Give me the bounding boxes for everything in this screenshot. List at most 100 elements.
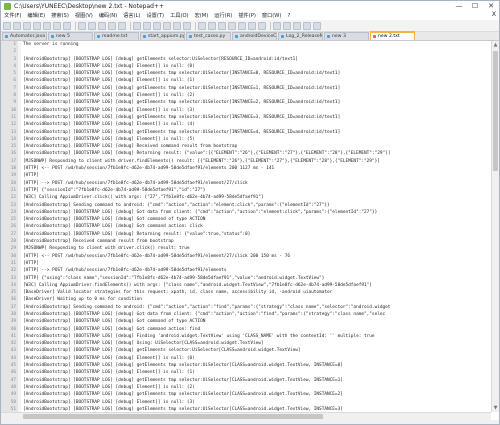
menu-view[interactable]: 视图(V)	[72, 12, 96, 19]
text-line[interactable]: 4 [AndroidBootstrap] [BOOTSTRAP LOG] [deb…	[1, 63, 493, 70]
tab-file[interactable]: start_appium.py	[140, 32, 185, 40]
horizontal-scroll-thumb[interactable]	[23, 414, 323, 419]
show-all-icon[interactable]	[208, 21, 216, 30]
text-line[interactable]: 10 [AndroidBootstrap] [BOOTSTRAP LOG] [de…	[1, 107, 493, 114]
text-line[interactable]: 40 [AndroidBootstrap] [BOOTSTRAP LOG] [de…	[1, 326, 493, 333]
text-line[interactable]: 47 [AndroidBootstrap] [BOOTSTRAP LOG] [de…	[1, 377, 493, 384]
text-line[interactable]: 12 [AndroidBootstrap] [BOOTSTRAP LOG] [de…	[1, 121, 493, 128]
text-line[interactable]: 28 [AndroidBootstrap] Received command re…	[1, 238, 493, 245]
tab-file[interactable]: Log_2_ReleaseNote.txt	[278, 32, 323, 40]
undo-icon[interactable]	[108, 21, 116, 30]
save-macro-icon[interactable]	[313, 21, 321, 30]
save-all-icon[interactable]	[33, 21, 41, 30]
stop-macro-icon[interactable]	[283, 21, 291, 30]
text-line[interactable]: 26 [AndroidBootstrap] [BOOTSTRAP LOG] [de…	[1, 223, 493, 230]
zoom-out-icon[interactable]	[163, 21, 171, 30]
vertical-scroll-thumb[interactable]	[493, 51, 498, 171]
scroll-down-icon[interactable]: ▼	[492, 404, 499, 412]
word-wrap-icon[interactable]	[198, 21, 206, 30]
tab-file[interactable]: new 3	[324, 32, 369, 40]
text-line[interactable]: 19 [HTTP]	[1, 172, 493, 179]
text-line[interactable]: 29 [MJSONWP] Responding to client with dr…	[1, 245, 493, 252]
text-line[interactable]: 3 [AndroidBootstrap] [BOOTSTRAP LOG] [deb…	[1, 56, 493, 63]
text-line[interactable]: 23 [AndroidBootstrap] Sending command to …	[1, 202, 493, 209]
tab-file[interactable]: androidDeviceCon...	[232, 32, 277, 40]
text-line[interactable]: 32 [HTTP] --> POST /wd/hub/session/7fb1e8…	[1, 267, 493, 274]
cut-icon[interactable]	[78, 21, 86, 30]
tab-active[interactable]: new 2.txt	[370, 31, 415, 40]
text-line[interactable]: 13 [AndroidBootstrap] [BOOTSTRAP LOG] [de…	[1, 129, 493, 136]
vertical-scrollbar[interactable]: ▲ ▼	[491, 41, 499, 412]
find-icon[interactable]	[133, 21, 141, 30]
close-document-button[interactable]: X	[492, 11, 496, 18]
menu-language[interactable]: 语言(L)	[120, 12, 143, 19]
record-macro-icon[interactable]	[273, 21, 281, 30]
zoom-in-icon[interactable]	[153, 21, 161, 30]
text-line[interactable]: 27 [AndroidBootstrap] [BOOTSTRAP LOG] [de…	[1, 231, 493, 238]
open-file-icon[interactable]	[13, 21, 21, 30]
text-line[interactable]: 36 [BaseDriver] Waiting up to 0 ms for co…	[1, 296, 493, 303]
paste-icon[interactable]	[98, 21, 106, 30]
replace-icon[interactable]	[143, 21, 151, 30]
text-line[interactable]: 14 [AndroidBootstrap] [BOOTSTRAP LOG] [de…	[1, 136, 493, 143]
text-line[interactable]: 49 [AndroidBootstrap] [BOOTSTRAP LOG] [de…	[1, 391, 493, 398]
text-line[interactable]: 9 [AndroidBootstrap] [BOOTSTRAP LOG] [deb…	[1, 99, 493, 106]
menu-edit[interactable]: 编辑(E)	[24, 12, 48, 19]
text-line[interactable]: 35 [BaseDriver] Valid locator strategies …	[1, 289, 493, 296]
tab-file[interactable]: test_cases.py	[186, 32, 231, 40]
text-line[interactable]: 15 [AndroidBootstrap] [BOOTSTRAP LOG] [de…	[1, 143, 493, 150]
text-line[interactable]: 18 [HTTP] <-- POST /wd/hub/session/7fb1e8…	[1, 165, 493, 172]
new-file-icon[interactable]	[3, 21, 11, 30]
save-icon[interactable]	[23, 21, 31, 30]
folder-workspace-icon[interactable]	[248, 21, 256, 30]
text-line[interactable]: 42 [AndroidBootstrap] [BOOTSTRAP LOG] [de…	[1, 340, 493, 347]
text-line[interactable]: 21 [HTTP] {"sessionId":"7fb1e8fc-d62e-4b7…	[1, 187, 493, 194]
text-line[interactable]: 48 [AndroidBootstrap] [BOOTSTRAP LOG] [de…	[1, 384, 493, 391]
indent-guide-icon[interactable]	[218, 21, 226, 30]
menu-window[interactable]: 窗口(W)	[259, 12, 285, 19]
text-line[interactable]: 44 [AndroidBootstrap] [BOOTSTRAP LOG] [de…	[1, 355, 493, 362]
menu-tools[interactable]: 工具(O)	[167, 12, 192, 19]
text-line[interactable]: 24 [AndroidBootstrap] [BOOTSTRAP LOG] [de…	[1, 209, 493, 216]
text-line[interactable]: 6 [AndroidBootstrap] [BOOTSTRAP LOG] [deb…	[1, 77, 493, 84]
text-line[interactable]: 8 [AndroidBootstrap] [BOOTSTRAP LOG] [deb…	[1, 92, 493, 99]
scroll-up-icon[interactable]: ▲	[492, 41, 499, 49]
menu-plugins[interactable]: 插件(P)	[235, 12, 259, 19]
text-line[interactable]: 46 [AndroidBootstrap] [BOOTSTRAP LOG] [de…	[1, 369, 493, 376]
function-list-icon[interactable]	[238, 21, 246, 30]
text-line[interactable]: 22 [W3C] Calling AppiumDriver.click() wit…	[1, 194, 493, 201]
menu-macro[interactable]: 宏(M)	[192, 12, 212, 19]
monitor-icon[interactable]	[258, 21, 266, 30]
copy-icon[interactable]	[88, 21, 96, 30]
doc-map-icon[interactable]	[228, 21, 236, 30]
text-line[interactable]: 38 [AndroidBootstrap] [BOOTSTRAP LOG] [de…	[1, 311, 493, 318]
text-line[interactable]: 17 [MJSONWP] Responding to client with dr…	[1, 158, 493, 165]
sync-h-icon[interactable]	[183, 21, 191, 30]
menu-search[interactable]: 搜索(S)	[48, 12, 72, 19]
menu-settings[interactable]: 设置(T)	[143, 12, 167, 19]
text-line[interactable]: 5 [AndroidBootstrap] [BOOTSTRAP LOG] [deb…	[1, 70, 493, 77]
text-line[interactable]: 31 [HTTP]	[1, 260, 493, 267]
editor[interactable]: 1 The server is running 2 3 [AndroidBootstra…	[1, 41, 493, 412]
text-line[interactable]: 50 [AndroidBootstrap] [BOOTSTRAP LOG] [de…	[1, 399, 493, 406]
text-line[interactable]: 11 [AndroidBootstrap] [BOOTSTRAP LOG] [de…	[1, 114, 493, 121]
horizontal-scrollbar[interactable]	[1, 412, 491, 420]
text-line[interactable]: 16 [AndroidBootstrap] [BOOTSTRAP LOG] [de…	[1, 150, 493, 157]
text-line[interactable]: 25 [AndroidBootstrap] [BOOTSTRAP LOG] [de…	[1, 216, 493, 223]
text-line[interactable]: 45 [AndroidBootstrap] [BOOTSTRAP LOG] [de…	[1, 362, 493, 369]
text-line[interactable]: 34 [W3C] Calling AppiumDriver.findElement…	[1, 282, 493, 289]
text-line[interactable]: 7 [AndroidBootstrap] [BOOTSTRAP LOG] [deb…	[1, 85, 493, 92]
menu-run[interactable]: 运行(R)	[211, 12, 235, 19]
text-line[interactable]: 1 The server is running	[1, 41, 493, 48]
print-icon[interactable]	[63, 21, 71, 30]
redo-icon[interactable]	[118, 21, 126, 30]
play-macro-icon[interactable]	[293, 21, 301, 30]
tab-file[interactable]: Automator.java	[2, 32, 47, 40]
minimize-button[interactable]: —	[451, 1, 467, 11]
tab-file[interactable]: new 5	[48, 32, 93, 40]
close-window-button[interactable]: ✕	[483, 1, 499, 11]
text-line[interactable]: 43 [AndroidBootstrap] [BOOTSTRAP LOG] [de…	[1, 347, 493, 354]
close-all-icon[interactable]	[53, 21, 61, 30]
text-line[interactable]: 2	[1, 48, 493, 55]
maximize-button[interactable]: ☐	[467, 1, 483, 11]
